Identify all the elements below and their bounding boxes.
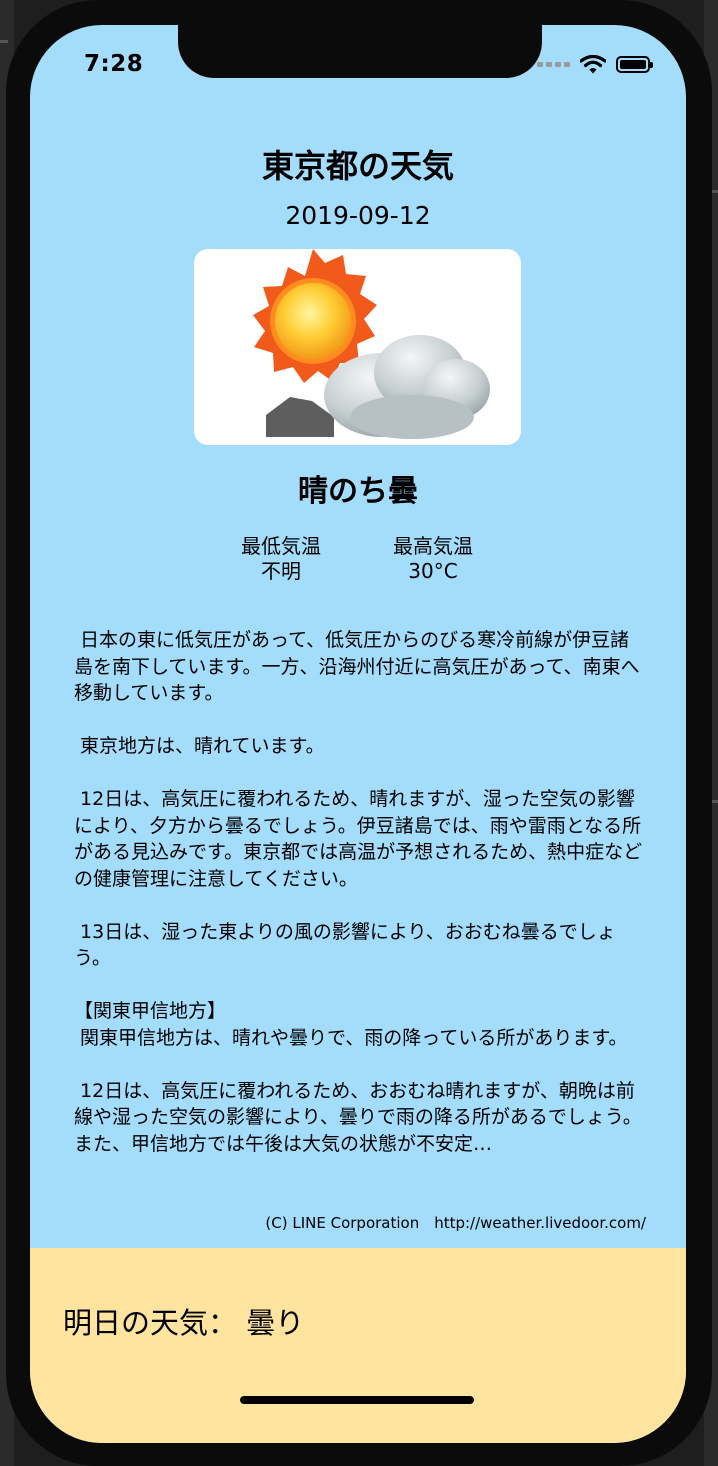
wifi-icon — [580, 55, 606, 74]
tomorrow-forecast-text: 明日の天気： 曇り — [63, 1306, 305, 1340]
forecast-description: 日本の東に低気圧があって、低気圧からのびる寒冷前線が伊豆諸島を南下しています。一… — [74, 629, 643, 1155]
background-mark — [0, 40, 8, 43]
battery-icon — [616, 56, 653, 73]
home-indicator[interactable] — [240, 1396, 474, 1404]
app-screen: 7:28 東京都の天気 2019-09-12 晴のち曇 最低気温 不明 最高気温… — [30, 25, 686, 1443]
weather-image — [194, 249, 521, 445]
status-icons — [537, 55, 653, 74]
signal-icon — [537, 62, 570, 67]
min-temp-value: 不明 — [261, 559, 301, 583]
status-time: 7:28 — [84, 51, 144, 77]
tomorrow-forecast-panel: 明日の天気： 曇り — [30, 1248, 686, 1443]
max-temp-value: 30°C — [408, 559, 458, 583]
forecast-date: 2019-09-12 — [285, 201, 431, 230]
phone-frame: 7:28 東京都の天気 2019-09-12 晴のち曇 最低気温 不明 最高気温… — [6, 0, 712, 1466]
notch — [178, 25, 542, 78]
min-temp-label: 最低気温 — [241, 534, 321, 558]
page-title: 東京都の天気 — [261, 147, 454, 185]
weather-telop: 晴のち曇 — [298, 474, 418, 509]
max-temp-label: 最高気温 — [393, 534, 473, 558]
copyright-text: (C) LINE Corporation http://weather.live… — [265, 1214, 646, 1232]
max-temperature: 最高気温 30°C — [368, 534, 498, 584]
sun-then-cloud-icon — [253, 249, 490, 439]
min-temperature: 最低気温 不明 — [216, 534, 346, 584]
